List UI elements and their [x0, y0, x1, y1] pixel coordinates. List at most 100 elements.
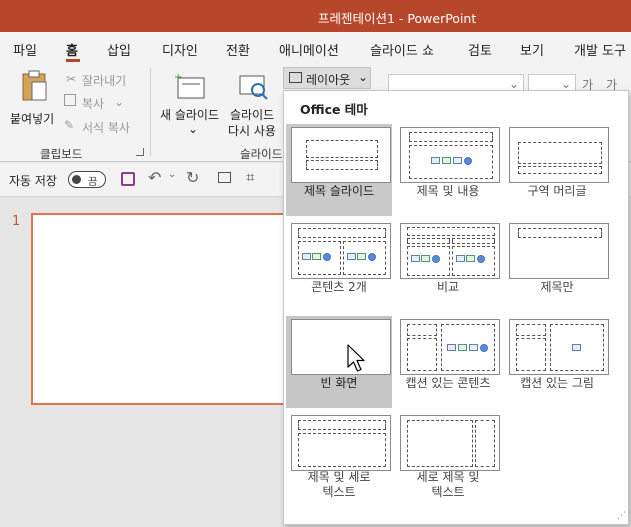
font-name-dropdown-icon[interactable]: ⌄: [509, 77, 519, 91]
layout-title-and-content[interactable]: 제목 및 내용: [395, 124, 501, 216]
layout-label: 캡션 있는 그림: [520, 376, 594, 390]
tab-insert[interactable]: 삽입: [107, 40, 131, 59]
copy-icon: [64, 94, 76, 106]
content-icon: [411, 255, 420, 262]
layout-thumbnail: [509, 223, 609, 279]
placeholder-box: [516, 338, 546, 371]
layout-title-slide[interactable]: 제목 슬라이드: [286, 124, 392, 216]
tab-file[interactable]: 파일: [13, 40, 37, 59]
placeholder-box: [409, 132, 493, 142]
dialog-launcher-icon[interactable]: [136, 148, 144, 156]
reuse-slides-button[interactable]: 슬라이드 다시 사용: [228, 68, 282, 140]
undo-dropdown-icon[interactable]: ⌄: [168, 169, 176, 180]
format-painter-button[interactable]: 서식 복사: [82, 119, 130, 136]
layout-blank[interactable]: 빈 화면: [286, 316, 392, 408]
tab-developer[interactable]: 개발 도구: [574, 40, 626, 59]
autosave-toggle[interactable]: 끔: [68, 171, 106, 188]
layout-label-line1: 제목 및 세로: [307, 470, 371, 484]
cut-button[interactable]: 잘라내기: [82, 72, 126, 89]
content-icon: [458, 344, 467, 351]
layout-label: 제목 및 내용: [416, 184, 480, 198]
copy-dropdown-icon[interactable]: ⌄: [114, 95, 124, 109]
placeholder-box: [298, 420, 386, 430]
layout-thumbnail: [400, 319, 500, 375]
new-slide-button[interactable]: + 새 슬라이드 ⌄: [156, 68, 226, 140]
content-icon: [421, 255, 430, 262]
content-icon: [357, 253, 366, 260]
layout-two-content[interactable]: 콘텐츠 2개: [286, 220, 392, 312]
tab-transitions[interactable]: 전환: [226, 40, 250, 59]
undo-icon[interactable]: ↶: [148, 168, 161, 187]
layout-label: 캡션 있는 콘텐츠: [405, 376, 491, 390]
clipboard-icon: [22, 70, 47, 101]
layout-chevron-down-icon: ⌄: [358, 70, 369, 84]
tab-slideshow[interactable]: 슬라이드 쇼: [370, 40, 434, 59]
content-icon: [453, 157, 462, 164]
layout-thumbnail: [291, 127, 391, 183]
new-slide-label: 새 슬라이드: [160, 108, 220, 122]
paste-label: 붙여넣기: [10, 112, 55, 126]
save-icon[interactable]: [121, 172, 135, 186]
content-icon: [480, 344, 488, 352]
content-icon: [431, 157, 440, 164]
layout-thumbnail: [509, 319, 609, 375]
layout-label: 제목만: [540, 280, 574, 294]
content-icon: [323, 253, 331, 261]
layout-title-and-vertical-text[interactable]: 제목 및 세로 텍스트: [286, 412, 392, 504]
content-icon: [477, 255, 485, 263]
reuse-slides-label-line1: 슬라이드: [230, 108, 275, 122]
placeholder-box: [518, 228, 602, 238]
placeholder-box: [298, 228, 386, 238]
font-size-dropdown-icon[interactable]: ⌄: [561, 77, 571, 91]
window-title: 프레젠테이션1 - PowerPoint: [318, 11, 477, 26]
placeholder-box: [475, 420, 495, 467]
placeholder-box: [518, 142, 602, 164]
placeholder-box: [407, 338, 437, 371]
layout-label: 제목 슬라이드: [303, 184, 375, 198]
layout-picture-with-caption[interactable]: 캡션 있는 그림: [504, 316, 610, 408]
layout-thumbnail: [509, 127, 609, 183]
tab-design[interactable]: 디자인: [162, 40, 198, 59]
tab-review[interactable]: 검토: [468, 40, 492, 59]
layout-label: 빈 화면: [320, 376, 358, 390]
placeholder-box: [407, 238, 450, 244]
copy-button[interactable]: 복사: [82, 95, 104, 112]
picture-icon: [572, 344, 581, 351]
content-icon: [466, 255, 475, 262]
placeholder-box: [407, 227, 495, 236]
content-icon: [447, 344, 456, 351]
tab-view[interactable]: 보기: [520, 40, 544, 59]
slide-thumbnail[interactable]: [31, 213, 291, 405]
layout-thumbnail: [400, 223, 500, 279]
reuse-slides-label-line2: 다시 사용: [228, 124, 276, 138]
placeholder-box: [306, 140, 378, 158]
placeholder-box: [516, 324, 546, 336]
redo-icon[interactable]: ↻: [186, 168, 199, 187]
paste-button[interactable]: 붙여넣기: [6, 68, 60, 138]
content-icon: [347, 253, 356, 260]
scissors-icon: ✂: [66, 72, 77, 86]
format-painter-icon: ✎: [64, 118, 75, 132]
layout-dropdown-button[interactable]: 레이아웃 ⌄: [283, 67, 371, 89]
crop-icon[interactable]: ⌗: [246, 168, 254, 186]
layout-label-line2: 텍스트: [431, 485, 465, 499]
layout-thumbnail: [400, 415, 500, 471]
layout-label-line1: 세로 제목 및: [416, 470, 480, 484]
layout-section-header[interactable]: 구역 머리글: [504, 124, 610, 216]
resize-grip-icon[interactable]: ⋰: [617, 511, 626, 521]
layout-vertical-title-and-text[interactable]: 세로 제목 및 텍스트: [395, 412, 501, 504]
start-from-beginning-icon[interactable]: [218, 172, 231, 183]
layout-comparison[interactable]: 비교: [395, 220, 501, 312]
new-slide-icon: +: [174, 72, 205, 99]
content-icon: [432, 255, 440, 263]
layout-title-only[interactable]: 제목만: [504, 220, 610, 312]
content-icon: [456, 255, 465, 262]
layout-content-with-caption[interactable]: 캡션 있는 콘텐츠: [395, 316, 501, 408]
tab-home[interactable]: 홈: [66, 40, 78, 59]
slides-group-label: 슬라이드: [240, 147, 283, 161]
content-icon: [442, 157, 451, 164]
mouse-cursor-icon: [347, 344, 365, 372]
svg-text:+: +: [174, 72, 182, 83]
placeholder-box: [409, 145, 493, 179]
tab-animations[interactable]: 애니메이션: [279, 40, 339, 59]
